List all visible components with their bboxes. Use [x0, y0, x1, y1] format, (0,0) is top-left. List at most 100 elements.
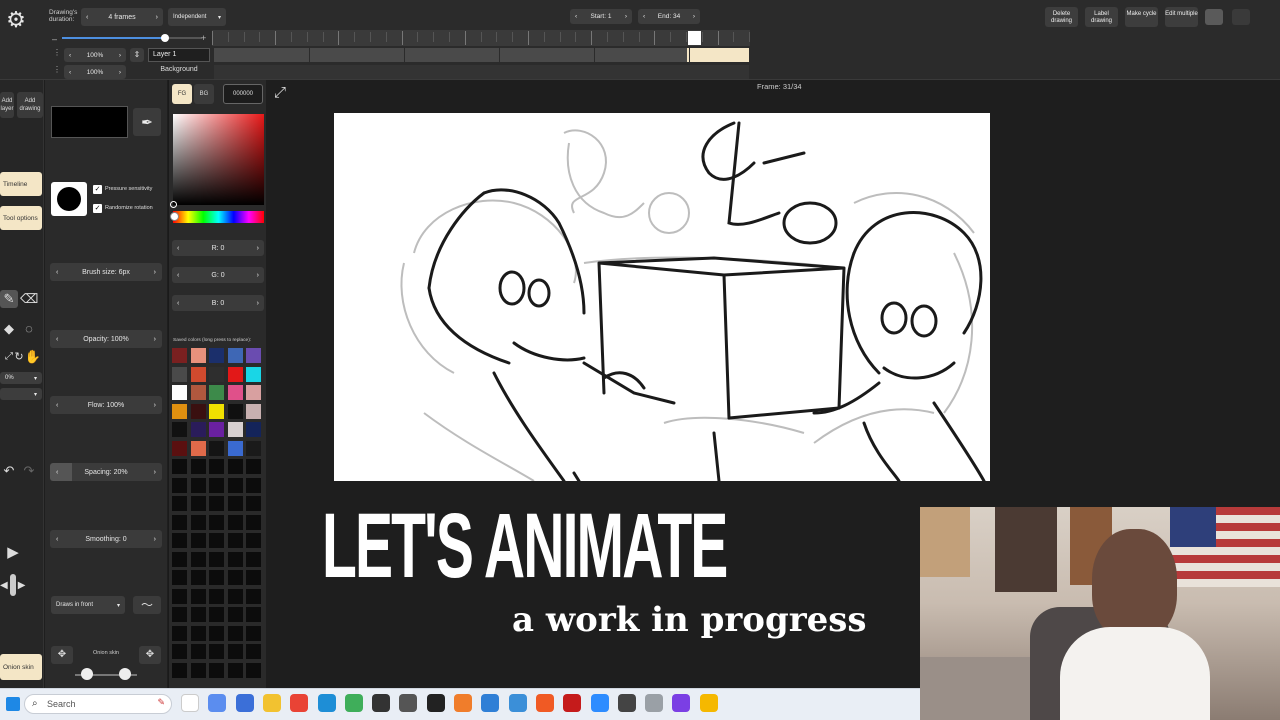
chevron-left-icon[interactable]: ‹	[56, 336, 58, 343]
green-stepper[interactable]: ‹ G: 0 ›	[172, 267, 264, 283]
empty-color-slot[interactable]	[227, 625, 243, 641]
chevron-left-icon[interactable]: ‹	[177, 272, 179, 279]
visibility-toggle-icon[interactable]: ⇕	[130, 48, 144, 62]
randomize-checkbox[interactable]: ✓	[93, 204, 102, 213]
toggle-icon[interactable]	[1232, 9, 1250, 25]
fill-icon[interactable]: ◆	[0, 320, 18, 338]
empty-color-slot[interactable]	[209, 533, 224, 548]
fg-button[interactable]: FG	[172, 84, 192, 104]
saved-color-swatch[interactable]	[190, 422, 206, 437]
drag-handle-icon[interactable]: ⋮	[53, 48, 61, 57]
empty-color-slot[interactable]	[246, 607, 261, 622]
eyedropper-icon[interactable]: ✒	[133, 108, 161, 136]
empty-color-slot[interactable]	[246, 459, 261, 474]
chevron-right-icon[interactable]: ›	[693, 13, 695, 20]
empty-color-slot[interactable]	[190, 662, 206, 678]
chevron-left-icon[interactable]: ‹	[56, 536, 58, 543]
app-icon[interactable]	[508, 694, 527, 712]
empty-color-slot[interactable]	[172, 477, 187, 493]
empty-color-slot[interactable]	[172, 625, 187, 641]
onion-skin-button[interactable]: Onion skin	[0, 654, 42, 680]
background-opacity-stepper[interactable]: ‹ 100% ›	[64, 65, 126, 79]
chevron-left-icon[interactable]: ‹	[56, 269, 58, 276]
frame-step-controls[interactable]: ◀ ▶	[0, 574, 40, 596]
empty-color-slot[interactable]	[227, 514, 243, 530]
chevron-right-icon[interactable]: ›	[625, 13, 627, 20]
empty-color-slot[interactable]	[172, 570, 187, 585]
fullscreen-icon[interactable]: ⤢	[270, 83, 290, 103]
empty-color-slot[interactable]	[246, 625, 261, 641]
saved-color-swatch[interactable]	[227, 440, 243, 456]
empty-color-slot[interactable]	[227, 551, 243, 567]
background-track[interactable]	[214, 65, 749, 79]
empty-color-slot[interactable]	[209, 514, 224, 530]
empty-color-slot[interactable]	[209, 570, 224, 585]
edit-multiple-button[interactable]: Edit multiple	[1165, 7, 1198, 27]
empty-color-slot[interactable]	[190, 514, 206, 530]
empty-color-slot[interactable]	[172, 533, 187, 548]
empty-color-slot[interactable]	[172, 607, 187, 622]
start-stepper[interactable]: ‹ Start: 1 ›	[570, 9, 632, 24]
tool-options-button[interactable]: Tool options	[0, 206, 42, 230]
bg-button[interactable]: BG	[194, 84, 214, 104]
saved-color-swatch[interactable]	[190, 348, 206, 363]
edge-icon[interactable]	[317, 694, 336, 712]
taskbar-search[interactable]: ⌕ Search ✎	[24, 694, 172, 714]
saved-color-swatch[interactable]	[172, 385, 187, 400]
empty-color-slot[interactable]	[209, 588, 224, 604]
empty-color-slot[interactable]	[209, 459, 224, 474]
saved-color-swatch[interactable]	[172, 348, 187, 363]
saved-color-swatch[interactable]	[190, 403, 206, 419]
opacity-slider[interactable]: ‹ Opacity: 100% ›	[50, 330, 162, 348]
chevron-right-icon[interactable]: ›	[119, 69, 121, 76]
chevron-right-icon[interactable]: ›	[154, 269, 156, 276]
playhead[interactable]	[688, 31, 701, 45]
empty-color-slot[interactable]	[246, 588, 261, 604]
empty-color-slot[interactable]	[246, 477, 261, 493]
blend-select[interactable]: ▾	[0, 388, 42, 400]
empty-color-slot[interactable]	[227, 588, 243, 604]
empty-color-slot[interactable]	[227, 570, 243, 585]
empty-color-slot[interactable]	[227, 477, 243, 493]
saved-color-swatch[interactable]	[246, 403, 261, 419]
onion-range-slider[interactable]	[75, 668, 137, 680]
saved-color-swatch[interactable]	[172, 422, 187, 437]
pin-icon[interactable]	[1205, 9, 1223, 25]
saved-color-swatch[interactable]	[172, 366, 187, 382]
hand-icon[interactable]: ✋	[24, 348, 42, 366]
empty-color-slot[interactable]	[190, 496, 206, 511]
brush-size-slider[interactable]: ‹ Brush size: 6px ›	[50, 263, 162, 281]
empty-color-slot[interactable]	[190, 551, 206, 567]
empty-color-slot[interactable]	[227, 533, 243, 548]
brush-icon[interactable]: ✎	[0, 290, 18, 308]
empty-color-slot[interactable]	[190, 644, 206, 659]
empty-color-slot[interactable]	[227, 607, 243, 622]
empty-color-slot[interactable]	[209, 644, 224, 659]
zoom-percent-select[interactable]: 0% ▾	[0, 372, 42, 384]
empty-color-slot[interactable]	[190, 477, 206, 493]
saved-color-swatch[interactable]	[227, 366, 243, 382]
chevron-right-icon[interactable]: ›	[154, 536, 156, 543]
saved-color-swatch[interactable]	[209, 366, 224, 382]
spacing-slider[interactable]: ‹ Spacing: 20% ›	[50, 463, 162, 481]
chevron-left-icon[interactable]: ‹	[643, 13, 645, 20]
mode-select[interactable]: Independent ▾	[168, 8, 226, 26]
current-drawing-cell[interactable]	[687, 48, 749, 62]
saved-color-swatch[interactable]	[246, 385, 261, 400]
app-icon[interactable]	[372, 694, 391, 712]
slider-handle[interactable]	[81, 668, 93, 680]
app-icon[interactable]	[645, 694, 664, 712]
empty-color-slot[interactable]	[190, 625, 206, 641]
blender-icon[interactable]	[454, 694, 472, 712]
paint-icon[interactable]	[181, 694, 199, 712]
saved-color-swatch[interactable]	[246, 422, 261, 437]
pressure-checkbox[interactable]: ✓	[93, 185, 102, 194]
move-icon[interactable]: ✥	[139, 646, 161, 664]
empty-color-slot[interactable]	[190, 588, 206, 604]
saved-color-swatch[interactable]	[209, 440, 224, 456]
empty-color-slot[interactable]	[172, 588, 187, 604]
empty-color-slot[interactable]	[190, 607, 206, 622]
label-drawing-button[interactable]: Label drawing	[1085, 7, 1118, 27]
chrome-icon[interactable]	[290, 694, 309, 712]
empty-color-slot[interactable]	[172, 644, 187, 659]
